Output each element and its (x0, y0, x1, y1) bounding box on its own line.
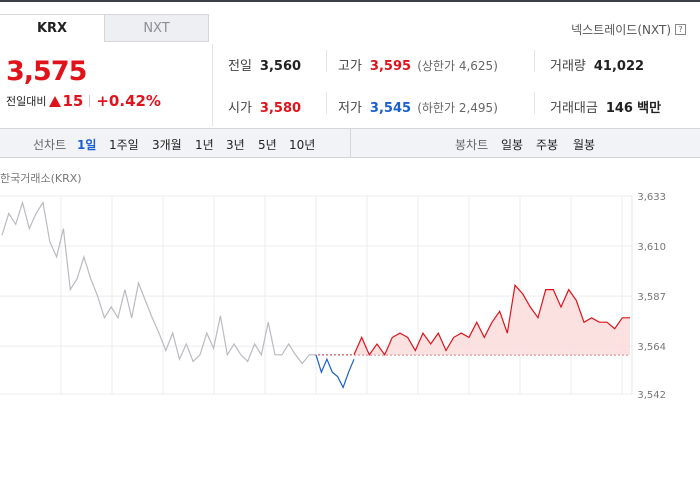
period-bar: 선차트 1일 1주일 3개월 1년 3년 5년 10년 봉차트 일봉 주봉 월봉 (0, 128, 700, 158)
stat-label: 전일 (228, 59, 252, 74)
lower-limit-label: 하한가 (421, 101, 455, 115)
period-5y[interactable]: 5년 (258, 136, 277, 153)
stat-label: 고가 (338, 59, 362, 74)
previous-series-line (1, 200, 316, 365)
today-down-line (315, 354, 355, 390)
price-chart: 3,633 3,610 3,587 3,564 3,542 (0, 192, 666, 400)
stat-value: 3,595 (369, 59, 412, 74)
upper-limit: (상한가 4,625) (417, 59, 498, 73)
candle-weekly[interactable]: 주봉 (536, 136, 558, 153)
change-row: 전일대비 15 +0.42% (6, 92, 161, 110)
candle-monthly[interactable]: 월봉 (573, 136, 595, 153)
period-1y[interactable]: 1년 (195, 136, 214, 153)
stat-amount: 거래대금 146 백만 (550, 97, 661, 116)
period-3y[interactable]: 3년 (226, 136, 245, 153)
up-arrow-icon (49, 95, 62, 107)
stat-value: 41,022 (593, 59, 645, 74)
help-icon[interactable]: ? (675, 24, 686, 35)
period-3m[interactable]: 3개월 (152, 136, 182, 153)
y-tick-label: 3,633 (637, 192, 666, 203)
upper-limit-label: 상한가 (421, 59, 455, 73)
stat-value: 146 (605, 101, 633, 116)
period-10y[interactable]: 10년 (289, 136, 315, 153)
candle-daily[interactable]: 일봉 (501, 136, 523, 153)
top-border-line (0, 0, 700, 2)
y-tick-label: 3,610 (637, 242, 666, 253)
nxt-link[interactable]: 넥스트레이드(NXT) ? (571, 21, 686, 38)
period-1d[interactable]: 1일 (77, 136, 96, 153)
stat-volume: 거래량 41,022 (550, 55, 644, 74)
stat-unit: 백만 (637, 101, 662, 116)
lower-limit-value: 2,495 (458, 101, 494, 115)
stat-label: 시가 (228, 101, 252, 116)
change-percent: +0.42% (96, 92, 161, 110)
stat-label: 저가 (338, 101, 362, 116)
divider (326, 92, 327, 114)
period-bar-divider (350, 129, 351, 157)
change-divider (89, 95, 91, 107)
tab-krx[interactable]: KRX (0, 14, 105, 42)
divider (534, 50, 535, 72)
current-price: 3,575 (6, 56, 87, 87)
line-chart-label: 선차트 (33, 138, 67, 152)
divider (326, 50, 327, 72)
y-tick-label: 3,542 (637, 390, 666, 400)
stat-value: 3,545 (369, 101, 412, 116)
stat-label: 거래량 (550, 59, 586, 74)
nxt-link-label: 넥스트레이드(NXT) (571, 23, 671, 37)
stat-high: 고가 3,595 (상한가 4,625) (338, 55, 498, 74)
divider (212, 44, 213, 126)
tab-nxt[interactable]: NXT (104, 14, 209, 42)
change-label: 전일대비 (6, 95, 47, 108)
y-tick-label: 3,564 (637, 342, 666, 353)
stat-low: 저가 3,545 (하한가 2,495) (338, 97, 498, 116)
stat-open: 시가 3,580 (228, 97, 301, 116)
period-1w[interactable]: 1주일 (109, 136, 139, 153)
lower-limit: (하한가 2,495) (417, 101, 498, 115)
y-tick-label: 3,587 (637, 292, 666, 303)
divider (534, 92, 535, 114)
stat-label: 거래대금 (550, 101, 598, 116)
stat-value: 3,560 (259, 59, 302, 74)
upper-limit-value: 4,625 (458, 59, 494, 73)
stat-value: 3,580 (259, 101, 302, 116)
candle-chart-label: 봉차트 (455, 138, 489, 152)
stat-prev-close: 전일 3,560 (228, 55, 301, 74)
change-value: 15 (62, 92, 84, 110)
